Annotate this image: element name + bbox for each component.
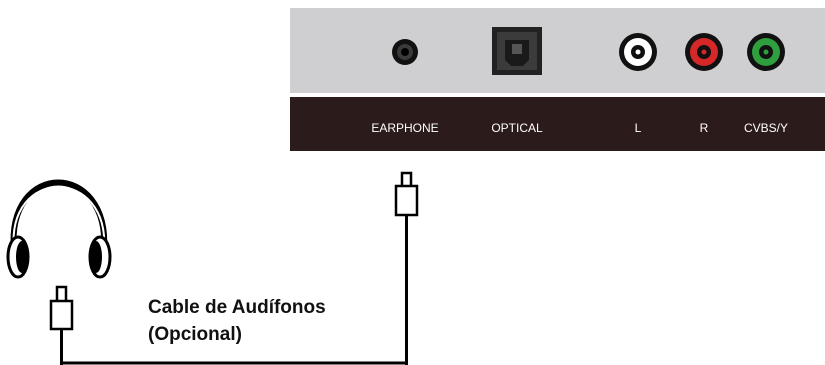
port-label-earphone: EARPHONE [371,121,439,135]
headphone-side-plug [49,285,74,331]
caption-line-1: Cable de Audífonos [148,297,326,318]
caption-line-2: (Opcional) [148,324,242,345]
port-label-r: R [699,121,709,135]
headphones-icon [6,179,112,279]
cable-caption: Cable de Audífonos (Opcional) [148,294,326,348]
port-label-optical: OPTICAL [491,121,543,135]
port-label-l: L [634,121,642,135]
connection-diagram [6,27,785,365]
earphone-jack [392,39,418,65]
port-label-cvbs: CVBS/Y [743,121,789,135]
rca-cvbs-green-jack [747,33,785,71]
optical-port [492,27,542,75]
rca-r-red-jack [685,33,723,71]
rca-l-white-jack [619,33,657,71]
panel-side-plug [394,171,419,217]
